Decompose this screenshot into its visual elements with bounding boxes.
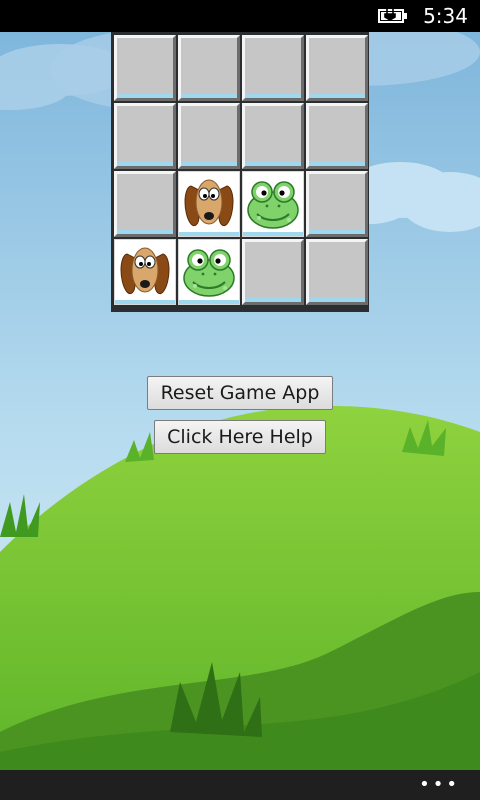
reset-game-button[interactable]: Reset Game App xyxy=(147,376,333,410)
more-options-icon[interactable]: ••• xyxy=(419,776,460,794)
card-tile-hidden[interactable] xyxy=(242,239,304,305)
card-tile-hidden[interactable] xyxy=(306,35,368,101)
card-tile-hidden[interactable] xyxy=(306,239,368,305)
battery-charging-icon xyxy=(378,9,407,23)
game-board xyxy=(111,32,369,312)
card-tile-hidden[interactable] xyxy=(242,35,304,101)
phone-screen: 5:34 Reset Game App Click Here Help ••• xyxy=(0,0,480,800)
card-tile-hidden[interactable] xyxy=(178,35,240,101)
card-tile-hidden[interactable] xyxy=(114,171,176,237)
card-tile-hidden[interactable] xyxy=(306,171,368,237)
card-tile-revealed[interactable] xyxy=(178,239,240,305)
card-tile-hidden[interactable] xyxy=(114,35,176,101)
card-tile-revealed[interactable] xyxy=(114,239,176,305)
card-tile-hidden[interactable] xyxy=(178,103,240,169)
card-tile-revealed[interactable] xyxy=(242,171,304,237)
card-tile-revealed[interactable] xyxy=(178,171,240,237)
status-bar: 5:34 xyxy=(0,0,480,32)
clock: 5:34 xyxy=(423,4,468,28)
card-tile-hidden[interactable] xyxy=(306,103,368,169)
card-tile-hidden[interactable] xyxy=(114,103,176,169)
app-bar: ••• xyxy=(0,770,480,800)
card-tile-hidden[interactable] xyxy=(242,103,304,169)
help-button[interactable]: Click Here Help xyxy=(154,420,326,454)
